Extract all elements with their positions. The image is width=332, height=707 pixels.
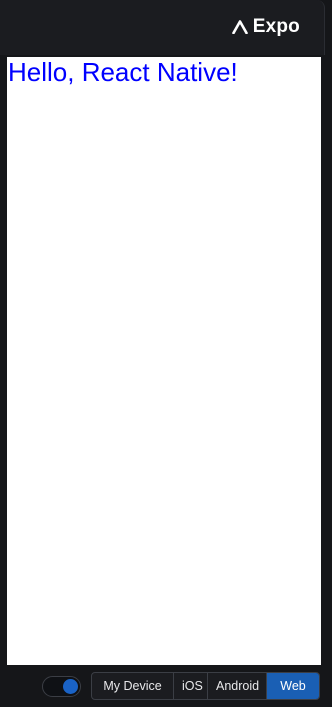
expo-snack-preview: Expo Hello, React Native! My Device iOS …	[0, 0, 332, 707]
app-viewport: Hello, React Native!	[7, 57, 321, 665]
expo-chevron-icon	[231, 20, 248, 34]
platform-ios-button[interactable]: iOS	[174, 673, 208, 699]
preview-footer: My Device iOS Android Web	[0, 665, 332, 707]
expo-brand[interactable]: Expo	[231, 16, 300, 37]
hello-text: Hello, React Native!	[8, 57, 238, 87]
expo-brand-label: Expo	[252, 16, 300, 37]
platform-selector: My Device iOS Android Web	[91, 672, 320, 700]
toggle-knob	[63, 679, 78, 694]
platform-my-device-button[interactable]: My Device	[92, 673, 174, 699]
platform-android-button[interactable]: Android	[208, 673, 267, 699]
preview-toggle[interactable]	[42, 676, 81, 697]
platform-web-button[interactable]: Web	[267, 673, 319, 699]
preview-header: Expo	[0, 0, 325, 55]
